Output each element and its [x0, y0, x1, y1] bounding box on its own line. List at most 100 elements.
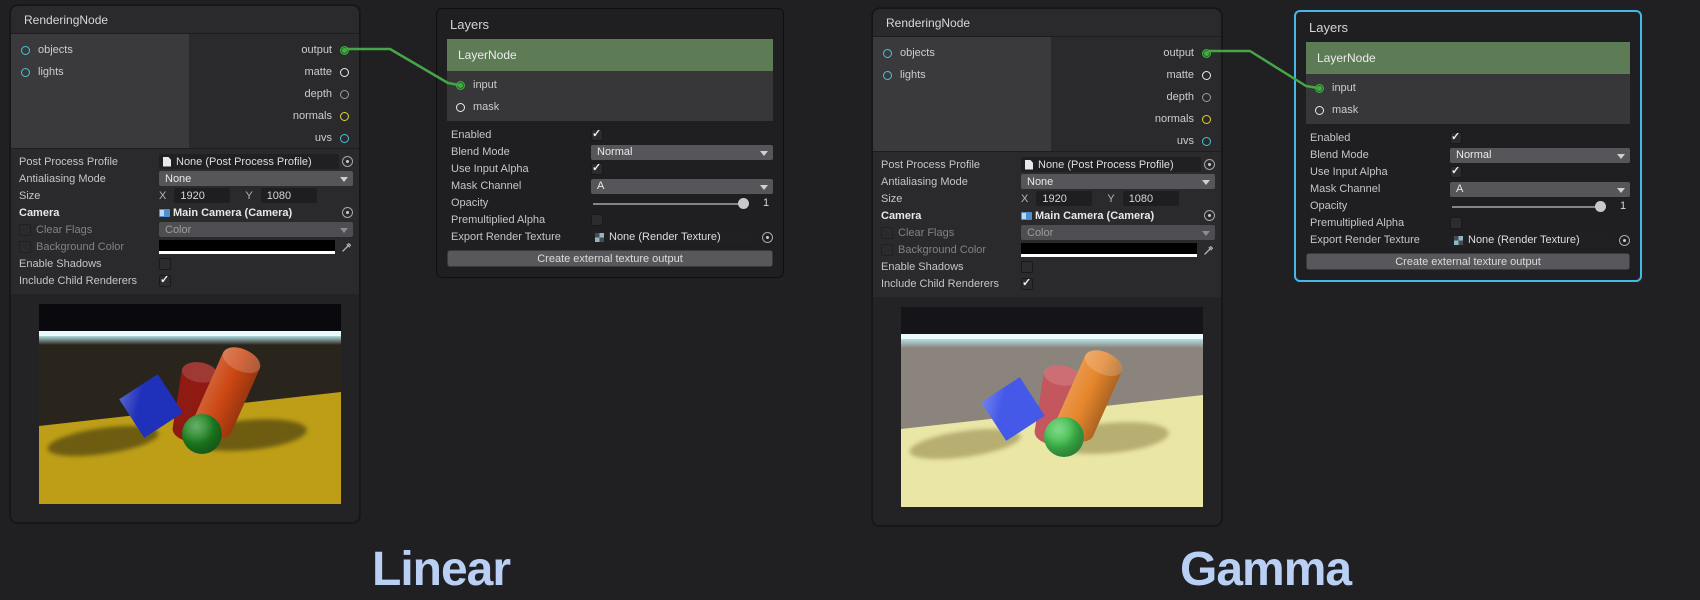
port-output[interactable]: output: [1051, 42, 1221, 64]
port-normals[interactable]: normals: [1051, 108, 1221, 130]
port-objects[interactable]: objects: [11, 39, 189, 61]
enabled-checkbox[interactable]: [1450, 132, 1462, 144]
port-uvs[interactable]: uvs: [1051, 130, 1221, 152]
port-mask[interactable]: mask: [1306, 99, 1630, 121]
object-picker-icon[interactable]: [1619, 235, 1630, 246]
property-label: Size: [879, 193, 1021, 205]
blend-mode-dropdown[interactable]: Normal: [1450, 148, 1630, 163]
mask-channel-dropdown[interactable]: A: [1450, 182, 1630, 197]
row-opacity: Opacity 1: [451, 195, 773, 211]
size-y-field[interactable]: 1080: [1123, 191, 1179, 206]
size-x-field[interactable]: 1920: [1036, 191, 1092, 206]
clear-flags-dropdown[interactable]: Color: [1021, 225, 1215, 240]
port-uvs[interactable]: uvs: [189, 127, 359, 149]
object-picker-icon[interactable]: [342, 207, 353, 218]
port-circle-mask[interactable]: [456, 103, 465, 112]
object-picker-icon[interactable]: [762, 232, 773, 243]
port-circle-normals[interactable]: [340, 112, 349, 121]
slider-knob[interactable]: [738, 198, 749, 209]
color-swatch[interactable]: [159, 240, 335, 254]
camera-icon: [1021, 212, 1032, 220]
port-circle-objects[interactable]: [883, 49, 892, 58]
port-mask[interactable]: mask: [447, 96, 773, 118]
port-lights[interactable]: lights: [873, 64, 1051, 86]
object-picker-icon[interactable]: [1204, 210, 1215, 221]
premultiplied-alpha-checkbox[interactable]: [591, 214, 603, 226]
layer-node-header[interactable]: LayerNode: [1306, 42, 1630, 74]
port-depth[interactable]: depth: [1051, 86, 1221, 108]
export-render-texture-field[interactable]: None (Render Texture): [1450, 233, 1615, 248]
port-circle-depth[interactable]: [1202, 93, 1211, 102]
premultiplied-alpha-checkbox[interactable]: [1450, 217, 1462, 229]
port-input[interactable]: input: [447, 74, 773, 96]
clear-flags-checkbox[interactable]: [881, 227, 893, 239]
blend-mode-dropdown[interactable]: Normal: [591, 145, 773, 160]
opacity-value[interactable]: 1: [763, 197, 773, 209]
port-matte[interactable]: matte: [189, 61, 359, 83]
port-circle-lights[interactable]: [883, 71, 892, 80]
port-matte[interactable]: matte: [1051, 64, 1221, 86]
antialiasing-dropdown[interactable]: None: [1021, 174, 1215, 189]
slider-track[interactable]: [1452, 206, 1600, 208]
enable-shadows-checkbox[interactable]: [159, 258, 171, 270]
create-external-texture-button[interactable]: Create external texture output: [1306, 253, 1630, 270]
port-circle-lights[interactable]: [21, 68, 30, 77]
property-label: Blend Mode: [1310, 149, 1450, 161]
port-output[interactable]: output: [189, 39, 359, 61]
port-circle-matte[interactable]: [1202, 71, 1211, 80]
port-lights[interactable]: lights: [11, 61, 189, 83]
slider-track[interactable]: [593, 203, 743, 205]
clear-flags-checkbox[interactable]: [19, 224, 31, 236]
node-title-bar[interactable]: RenderingNode: [873, 9, 1221, 37]
port-circle-objects[interactable]: [21, 46, 30, 55]
eyedropper-icon[interactable]: [1203, 244, 1215, 256]
object-picker-icon[interactable]: [1204, 159, 1215, 170]
mask-channel-dropdown[interactable]: A: [591, 179, 773, 194]
include-child-renderers-checkbox[interactable]: [159, 275, 171, 287]
use-input-alpha-checkbox[interactable]: [1450, 166, 1462, 178]
property-label: Clear Flags: [898, 227, 954, 239]
port-depth[interactable]: depth: [189, 83, 359, 105]
eyedropper-icon[interactable]: [341, 241, 353, 253]
opacity-slider[interactable]: [591, 196, 759, 211]
port-circle-output[interactable]: [1202, 49, 1211, 58]
size-x-field[interactable]: 1920: [174, 188, 230, 203]
port-circle-depth[interactable]: [340, 90, 349, 99]
post-process-profile-field[interactable]: None (Post Process Profile): [1021, 157, 1201, 172]
port-circle-matte[interactable]: [340, 68, 349, 77]
antialiasing-dropdown[interactable]: None: [159, 171, 353, 186]
port-circle-mask[interactable]: [1315, 106, 1324, 115]
port-circle-output[interactable]: [340, 46, 349, 55]
port-circle-uvs[interactable]: [1202, 137, 1211, 146]
port-circle-input[interactable]: [456, 81, 465, 90]
port-circle-uvs[interactable]: [340, 134, 349, 143]
opacity-slider[interactable]: [1450, 199, 1616, 214]
create-external-texture-button[interactable]: Create external texture output: [447, 250, 773, 267]
port-circle-normals[interactable]: [1202, 115, 1211, 124]
port-normals[interactable]: normals: [189, 105, 359, 127]
post-process-profile-field[interactable]: None (Post Process Profile): [159, 154, 339, 169]
property-label: Antialiasing Mode: [879, 176, 1021, 188]
size-y-field[interactable]: 1080: [261, 188, 317, 203]
opacity-value[interactable]: 1: [1620, 200, 1630, 212]
row-antialiasing-mode: Antialiasing Mode None: [17, 170, 353, 187]
enable-shadows-checkbox[interactable]: [1021, 261, 1033, 273]
color-swatch[interactable]: [1021, 243, 1197, 257]
enabled-checkbox[interactable]: [591, 129, 603, 141]
layer-node-header[interactable]: LayerNode: [447, 39, 773, 71]
background-color-checkbox[interactable]: [19, 241, 31, 253]
node-title-bar[interactable]: RenderingNode: [11, 6, 359, 34]
port-objects[interactable]: objects: [873, 42, 1051, 64]
property-label: Camera: [879, 210, 1021, 222]
camera-field[interactable]: Main Camera (Camera): [159, 207, 353, 219]
object-picker-icon[interactable]: [342, 156, 353, 167]
camera-field[interactable]: Main Camera (Camera): [1021, 210, 1215, 222]
clear-flags-dropdown[interactable]: Color: [159, 222, 353, 237]
use-input-alpha-checkbox[interactable]: [591, 163, 603, 175]
background-color-checkbox[interactable]: [881, 244, 893, 256]
include-child-renderers-checkbox[interactable]: [1021, 278, 1033, 290]
export-render-texture-field[interactable]: None (Render Texture): [591, 230, 758, 245]
port-circle-input[interactable]: [1315, 84, 1324, 93]
slider-knob[interactable]: [1595, 201, 1606, 212]
port-input[interactable]: input: [1306, 77, 1630, 99]
